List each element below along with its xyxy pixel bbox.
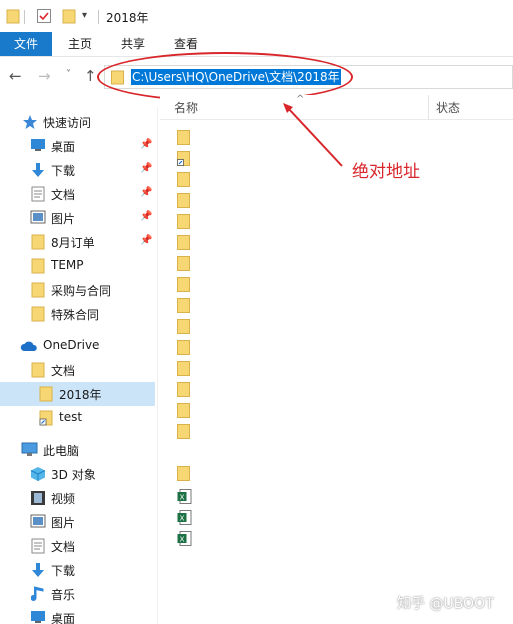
annotation-label: 绝对地址 [352,162,420,182]
annotation-arrow [283,103,343,167]
watermark: 知乎 @UBOOT [397,596,494,612]
